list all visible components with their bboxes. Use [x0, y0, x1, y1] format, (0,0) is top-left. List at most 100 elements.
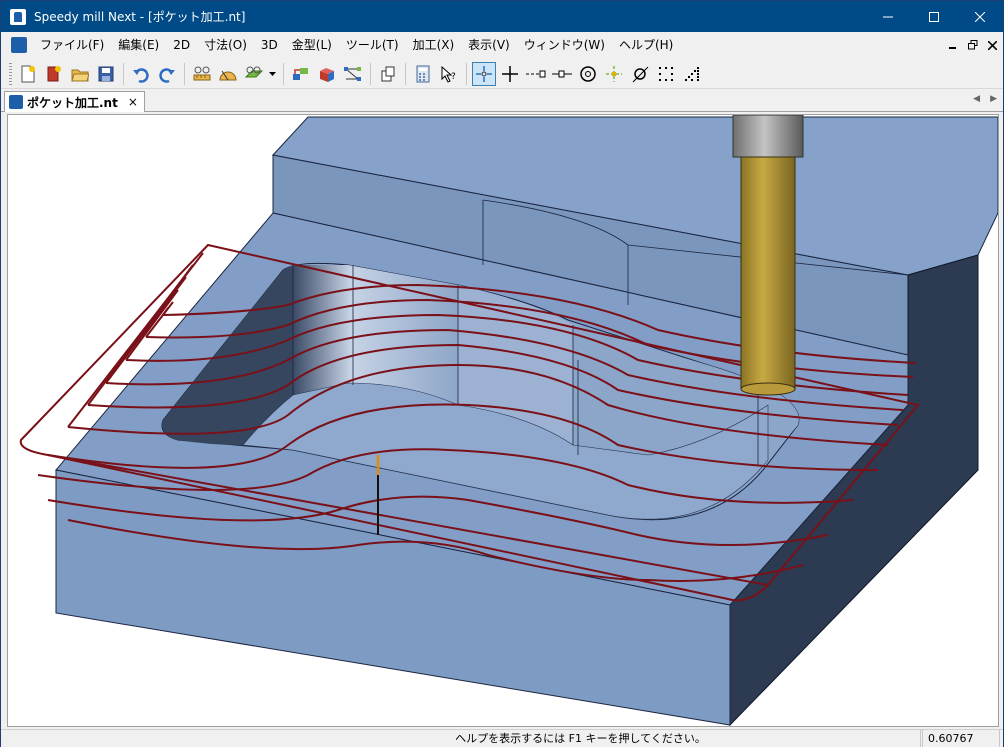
measure-surface-button[interactable] [242, 62, 266, 86]
snap-midpoint-icon [552, 70, 572, 78]
dropdown-arrow-icon [269, 72, 276, 76]
measure-dropdown-button[interactable] [268, 62, 278, 86]
open-folder-icon [71, 69, 89, 82]
status-bar: ヘルプを表示するには F1 キーを押してください。 0.60767 [1, 729, 1003, 747]
snap-cross-button[interactable] [498, 62, 522, 86]
tab-label: ポケット加工.nt [27, 95, 118, 110]
calculator-button[interactable] [411, 62, 435, 86]
open-button[interactable] [68, 62, 92, 86]
measure-distance-button[interactable] [190, 62, 214, 86]
menu-view[interactable]: 表示(V) [461, 35, 517, 55]
scroll-right-icon[interactable]: ▶ [990, 94, 997, 104]
document-icon [9, 95, 23, 109]
title-bar: Speedy mill Next - [ポケット加工.nt] [1, 1, 1003, 32]
undo-button[interactable] [129, 62, 153, 86]
measure-surface-icon [244, 66, 264, 78]
menu-machining[interactable]: 加工(X) [406, 35, 462, 55]
menu-tools[interactable]: ツール(T) [339, 35, 406, 55]
snap-tangent-icon [632, 66, 649, 83]
tab-scroll-controls: ◀ ▶ [973, 94, 997, 104]
cutting-tool[interactable] [732, 115, 804, 396]
undo-icon [133, 68, 149, 83]
snap-endpoint-button[interactable] [524, 62, 548, 86]
menu-edit[interactable]: 編集(E) [111, 35, 166, 55]
measure-angle-button[interactable] [216, 62, 240, 86]
new-file-button[interactable] [16, 62, 40, 86]
toolbar-separator [123, 63, 124, 85]
mdi-restore-icon[interactable] [968, 40, 978, 50]
snap-grid-button[interactable] [654, 62, 678, 86]
status-message: ヘルプを表示するには F1 キーを押してください。 [1, 730, 921, 747]
snap-intersection-icon [606, 66, 622, 82]
menu-2d[interactable]: 2D [166, 35, 197, 55]
snap-center-icon [580, 66, 596, 82]
copy-icon [381, 66, 395, 82]
snap-center-button[interactable] [576, 62, 600, 86]
close-button[interactable] [957, 1, 1003, 32]
menu-bar: ファイル(F) 編集(E) 2D 寸法(O) 3D 金型(L) ツール(T) 加… [1, 32, 1003, 58]
status-value: 0.60767 [922, 730, 1000, 747]
mdi-minimize-icon[interactable] [948, 41, 958, 49]
snap-free-icon [476, 66, 492, 82]
menu-window[interactable]: ウィンドウ(W) [517, 35, 612, 55]
toolbar-grip[interactable] [9, 63, 12, 85]
model-view[interactable] [8, 115, 998, 726]
solid-color-button[interactable] [315, 62, 339, 86]
toolbar-separator [184, 63, 185, 85]
select-query-button[interactable]: ? [437, 62, 461, 86]
toolbar-separator [466, 63, 467, 85]
toolbar-separator [370, 63, 371, 85]
window-title: Speedy mill Next - [ポケット加工.nt] [34, 10, 246, 24]
document-tab-bar: ポケット加工.nt × ◀ ▶ [1, 90, 1003, 112]
3d-viewport[interactable] [7, 114, 999, 727]
redo-icon [159, 68, 175, 83]
snap-endpoint-icon [526, 70, 546, 78]
new-project-icon [47, 66, 61, 82]
maximize-button[interactable] [911, 1, 957, 32]
snap-pattern-button[interactable] [680, 62, 704, 86]
mdi-close-icon[interactable] [988, 40, 997, 50]
menu-help[interactable]: ヘルプ(H) [612, 35, 680, 55]
mdi-controls [948, 32, 997, 58]
copy-button[interactable] [376, 62, 400, 86]
svg-text:?: ? [451, 72, 456, 82]
new-project-button[interactable] [42, 62, 66, 86]
snap-pattern-icon [685, 67, 699, 81]
snap-tangent-button[interactable] [628, 62, 652, 86]
window-controls [865, 1, 1003, 32]
close-icon [975, 11, 985, 22]
scroll-left-icon[interactable]: ◀ [973, 94, 980, 104]
node-connect-icon [344, 67, 361, 81]
save-button[interactable] [94, 62, 118, 86]
redo-button[interactable] [155, 62, 179, 86]
snap-free-button[interactable] [472, 62, 496, 86]
layer-button[interactable] [289, 62, 313, 86]
maximize-icon [929, 11, 939, 22]
toolbar-separator [405, 63, 406, 85]
menu-dimension[interactable]: 寸法(O) [197, 35, 254, 55]
minimize-icon [883, 16, 893, 17]
minimize-button[interactable] [865, 1, 911, 32]
save-icon [98, 66, 114, 82]
measure-angle-icon [219, 70, 237, 81]
snap-cross-icon [502, 66, 518, 82]
menu-mold[interactable]: 金型(L) [285, 35, 339, 55]
menu-3d[interactable]: 3D [254, 35, 285, 55]
app-window: Speedy mill Next - [ポケット加工.nt] ファイル(F) 編… [0, 0, 1004, 747]
node-connect-button[interactable] [341, 62, 365, 86]
menu-file[interactable]: ファイル(F) [33, 35, 111, 55]
main-toolbar: ? [1, 58, 1003, 89]
select-query-icon: ? [441, 65, 456, 83]
snap-intersection-button[interactable] [602, 62, 626, 86]
tab-close-button[interactable]: × [128, 95, 138, 109]
tab-pocket-machining[interactable]: ポケット加工.nt × [4, 91, 145, 112]
measure-distance-icon [193, 66, 211, 81]
snap-midpoint-button[interactable] [550, 62, 574, 86]
app-logo-icon [10, 8, 26, 25]
new-file-icon [21, 65, 35, 83]
solid-color-icon [320, 68, 334, 82]
document-menu-icon[interactable] [11, 37, 27, 53]
snap-grid-icon [659, 67, 673, 81]
calculator-icon [416, 65, 430, 83]
layer-icon [293, 68, 308, 80]
